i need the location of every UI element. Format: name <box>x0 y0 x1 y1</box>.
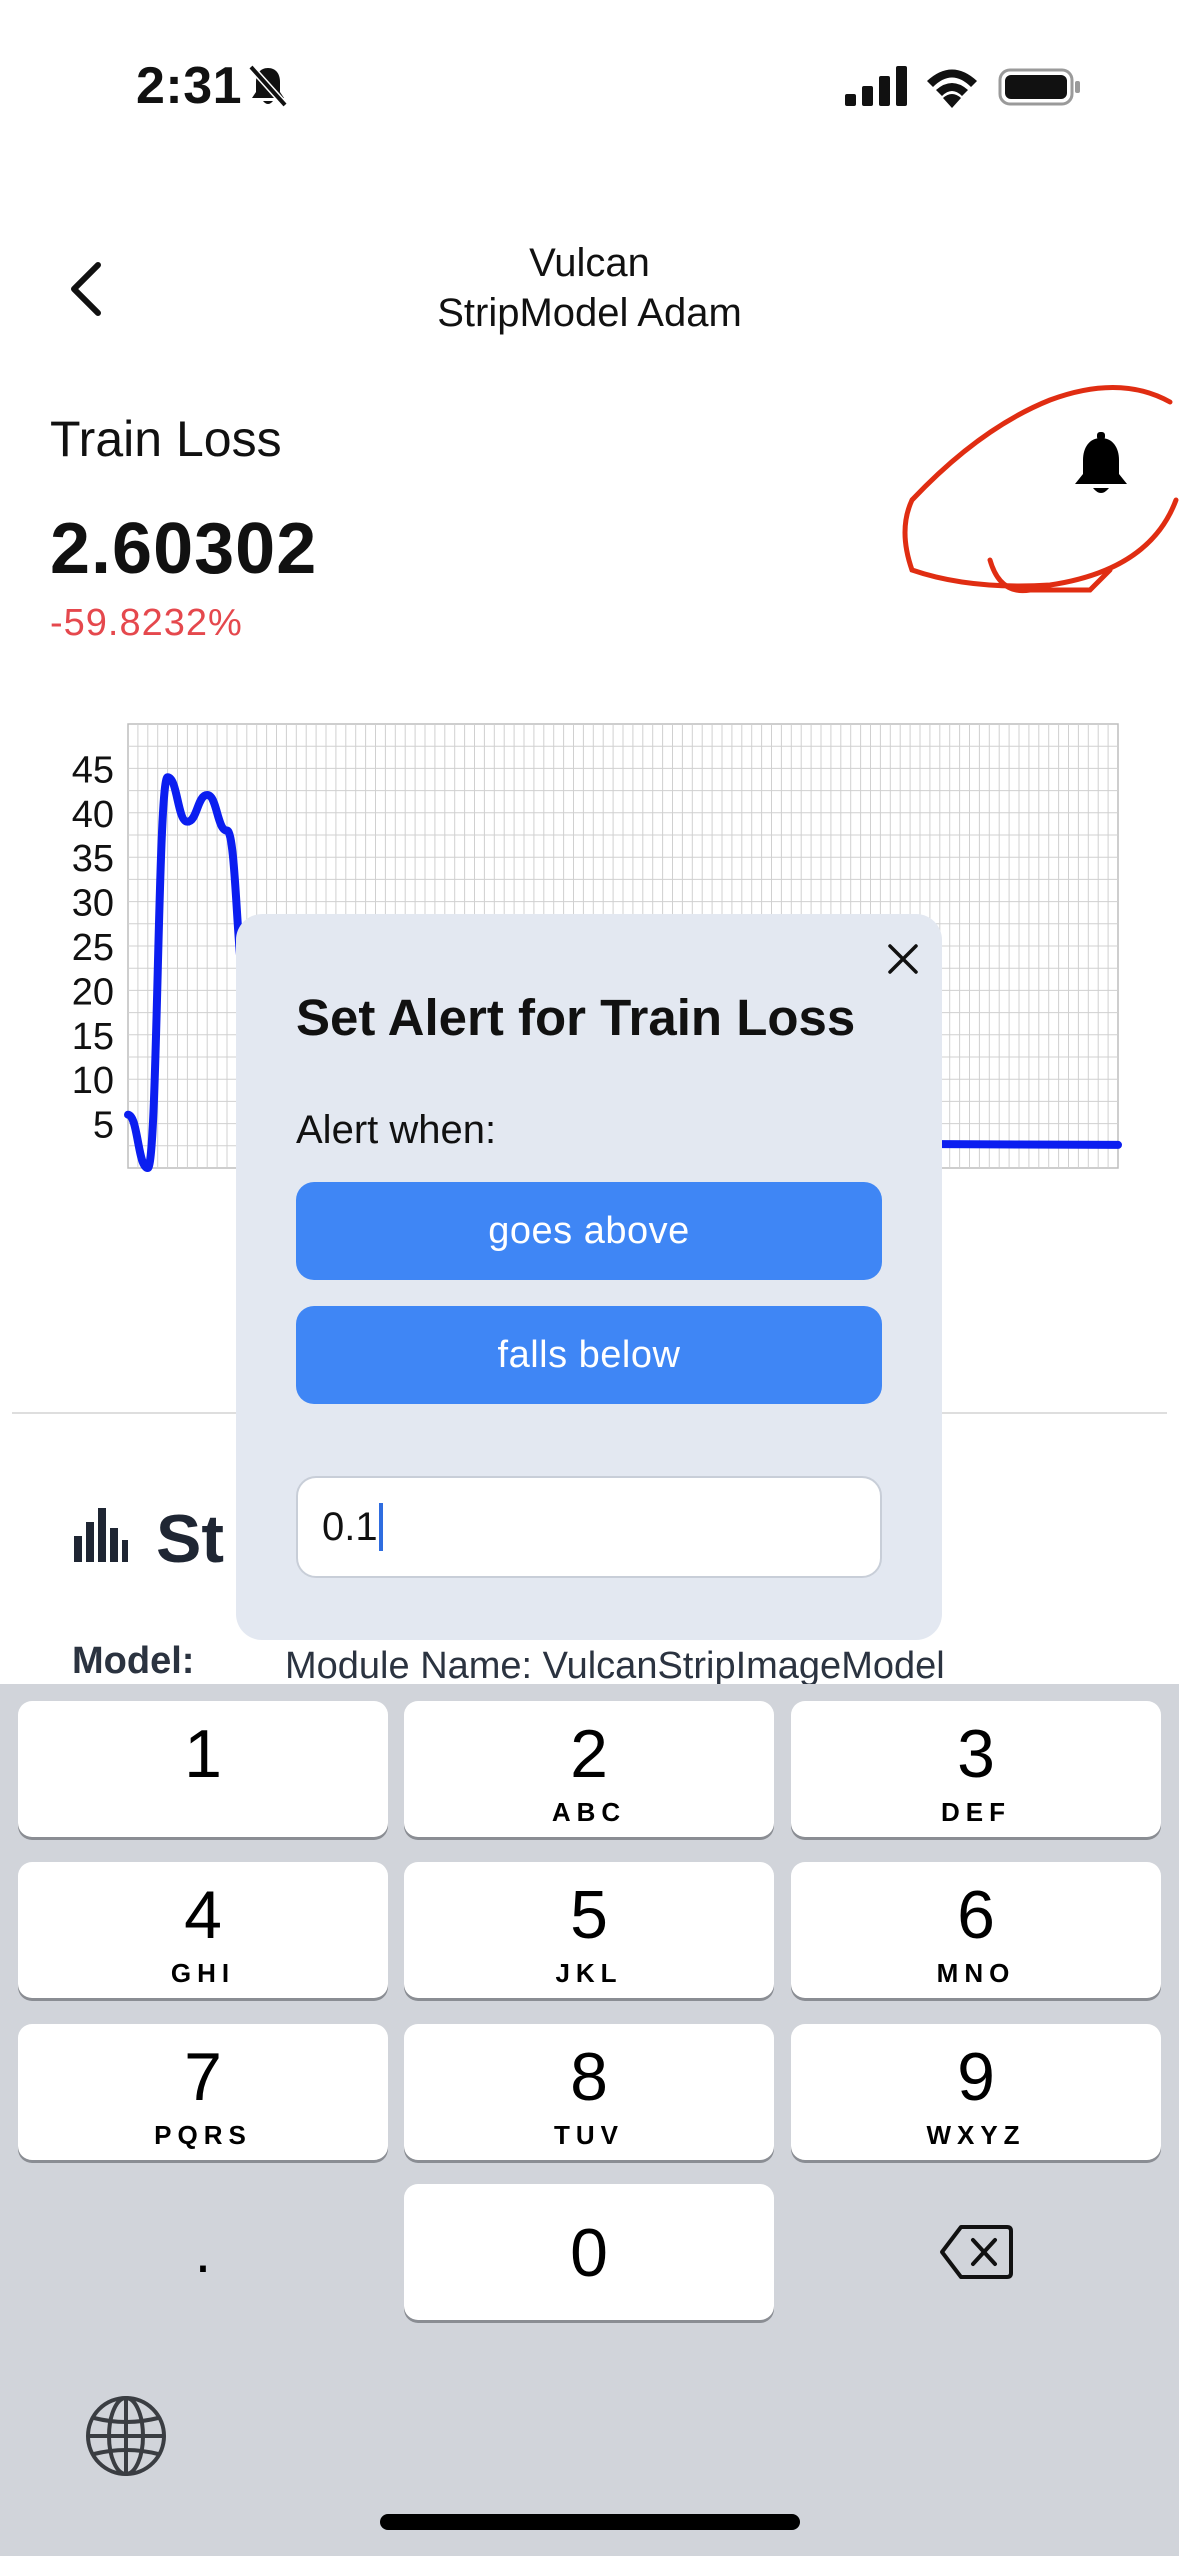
metric-change: -59.8232% <box>50 602 243 644</box>
key-digit: 9 <box>957 2039 995 2115</box>
decimal-point: . <box>194 2218 212 2285</box>
metric-value: 2.60302 <box>50 509 318 589</box>
chart-y-tick-label: 10 <box>72 1060 114 1102</box>
red-scribble-annotation <box>902 385 1179 594</box>
key-0[interactable]: 0 <box>404 2184 774 2320</box>
metric-title: Train Loss <box>50 411 282 467</box>
nav-title-line2: StripModel Adam <box>437 291 742 335</box>
wifi-icon <box>927 69 977 108</box>
key-letters: JKL <box>555 1958 623 1988</box>
falls-below-button[interactable]: falls below <box>296 1306 882 1404</box>
key-digit: 8 <box>570 2039 608 2115</box>
key-5[interactable]: 5 JKL <box>404 1862 774 1998</box>
modal-title: Set Alert for Train Loss <box>296 989 856 1046</box>
key-8[interactable]: 8 TUV <box>404 2024 774 2160</box>
model-value: Module Name: VulcanStripImageModel <box>285 1645 945 1687</box>
key-letters: DEF <box>941 1797 1011 1827</box>
key-digit: 0 <box>570 2215 608 2291</box>
key-digit: 7 <box>184 2039 222 2115</box>
threshold-input[interactable]: 0.1 <box>296 1476 882 1578</box>
model-label: Model: <box>72 1640 195 1682</box>
chart-y-tick-label: 45 <box>72 749 114 791</box>
bar-chart-icon <box>74 1508 128 1562</box>
cellular-signal-icon <box>845 66 907 106</box>
key-digit: 3 <box>957 1716 995 1792</box>
chart-y-tick-label: 40 <box>72 794 114 836</box>
key-digit: 6 <box>957 1877 995 1953</box>
status-time: 2:31 <box>136 57 243 115</box>
key-9[interactable]: 9 WXYZ <box>791 2024 1161 2160</box>
chart-y-tick-label: 5 <box>93 1105 114 1147</box>
home-indicator <box>380 2514 800 2530</box>
bell-icon <box>1075 432 1127 493</box>
battery-icon <box>998 68 1080 106</box>
key-letters: MNO <box>936 1958 1016 1988</box>
silent-bell-icon <box>248 64 288 108</box>
set-alert-modal: Set Alert for Train Loss Alert when: goe… <box>236 914 942 1640</box>
key-4[interactable]: 4 GHI <box>18 1862 388 1998</box>
key-6[interactable]: 6 MNO <box>791 1862 1161 1998</box>
chart-y-tick-label: 25 <box>72 927 114 969</box>
key-letters: GHI <box>170 1958 236 1988</box>
close-button[interactable] <box>876 932 930 986</box>
globe-icon[interactable] <box>84 2394 168 2478</box>
text-caret <box>378 1503 383 1551</box>
status-bar: 2:31 <box>0 0 1179 150</box>
key-1[interactable]: 1 <box>18 1701 388 1837</box>
key-letters: PQRS <box>154 2120 252 2150</box>
key-digit: 2 <box>570 1716 608 1792</box>
threshold-value: 0.1 <box>322 1504 378 1549</box>
key-digit: 1 <box>184 1716 222 1792</box>
alert-bell-button[interactable] <box>1068 430 1134 500</box>
delete-backspace-icon <box>940 2225 1013 2279</box>
key-letters: ABC <box>551 1797 627 1827</box>
key-3[interactable]: 3 DEF <box>791 1701 1161 1837</box>
key-delete[interactable] <box>791 2184 1161 2320</box>
chart-y-tick-label: 30 <box>72 883 114 925</box>
stats-title: St <box>156 1501 224 1577</box>
chart-y-tick-label: 15 <box>72 1016 114 1058</box>
key-letters: WXYZ <box>926 2120 1026 2150</box>
key-digit: 4 <box>184 1877 222 1953</box>
chart-y-tick-label: 20 <box>72 971 114 1013</box>
key-letters: TUV <box>554 2120 624 2150</box>
key-digit: 5 <box>570 1877 608 1953</box>
alert-when-label: Alert when: <box>296 1108 497 1152</box>
key-2[interactable]: 2 ABC <box>404 1701 774 1837</box>
goes-above-button[interactable]: goes above <box>296 1182 882 1280</box>
nav-title-line1: Vulcan <box>529 241 650 285</box>
key-7[interactable]: 7 PQRS <box>18 2024 388 2160</box>
nav-header: Vulcan StripModel Adam <box>0 230 1179 350</box>
chart-y-axis: 45403530252015105 <box>72 749 114 1146</box>
key-decimal[interactable]: . <box>18 2184 388 2320</box>
close-icon <box>888 944 918 974</box>
chart-y-tick-label: 35 <box>72 838 114 880</box>
